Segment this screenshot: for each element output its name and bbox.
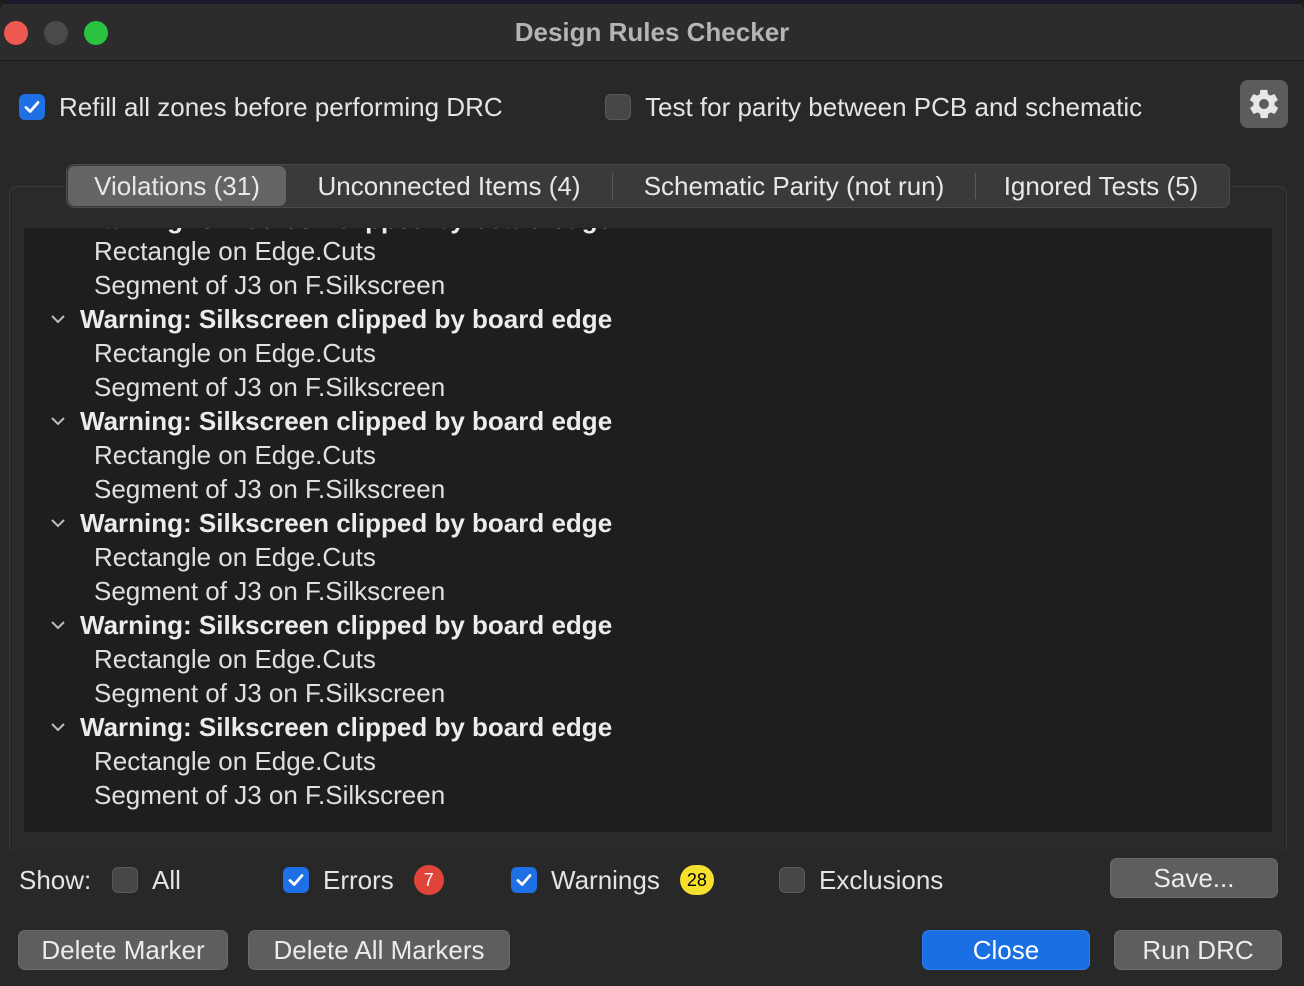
tree-item[interactable]: Segment of J3 on F.Silkscreen	[94, 676, 445, 710]
delete-marker-button[interactable]: Delete Marker	[18, 930, 228, 970]
filter-exclusions-label: Exclusions	[819, 864, 944, 895]
filter-errors-checkbox[interactable]	[283, 867, 309, 893]
filter-all-label: All	[152, 864, 181, 895]
chevron-down-icon[interactable]	[48, 404, 72, 438]
filter-errors-label: Errors	[323, 864, 394, 895]
tree-item[interactable]: Rectangle on Edge.Cuts	[94, 438, 376, 472]
checkmark-icon	[24, 101, 40, 113]
test-parity-option[interactable]: Test for parity between PCB and schemati…	[605, 90, 1142, 124]
tree-item[interactable]: Segment of J3 on F.Silkscreen	[94, 574, 445, 608]
test-parity-checkbox[interactable]	[605, 94, 631, 120]
filter-warnings-checkbox[interactable]	[511, 867, 537, 893]
run-drc-button[interactable]: Run DRC	[1114, 930, 1282, 970]
tab-violations[interactable]: Violations (31)	[68, 166, 286, 206]
chevron-down-icon[interactable]	[48, 302, 72, 336]
chevron-down-icon[interactable]	[48, 506, 72, 540]
tree-group-header[interactable]: Warning: Silkscreen clipped by board edg…	[48, 302, 612, 336]
tree-group-header[interactable]: Warning: Silkscreen clipped by board edg…	[48, 608, 612, 642]
tab-ignored-tests[interactable]: Ignored Tests (5)	[976, 166, 1226, 206]
chevron-down-icon[interactable]	[48, 608, 72, 642]
tree-group-header[interactable]: Warning: Silkscreen clipped by board edg…	[48, 404, 612, 438]
refill-zones-label: Refill all zones before performing DRC	[59, 91, 503, 122]
tree-group-title: Warning: Silkscreen clipped by board edg…	[80, 304, 613, 334]
filter-errors[interactable]: Errors 7	[283, 860, 444, 900]
filter-exclusions[interactable]: Exclusions	[779, 860, 943, 900]
tree-item[interactable]: Rectangle on Edge.Cuts	[94, 234, 376, 268]
refill-zones-checkbox[interactable]	[19, 94, 45, 120]
show-label: Show:	[19, 864, 92, 895]
tree-item[interactable]: Segment of J3 on F.Silkscreen	[94, 268, 445, 302]
tab-unconnected-items[interactable]: Unconnected Items (4)	[286, 166, 612, 206]
violations-tree[interactable]: Warning: Silkscreen clipped by board edg…	[24, 228, 1272, 832]
tree-group-title: Warning: Silkscreen clipped by board edg…	[80, 406, 613, 436]
tree-item[interactable]: Segment of J3 on F.Silkscreen	[94, 778, 445, 812]
filter-warnings-label: Warnings	[551, 864, 660, 895]
delete-all-markers-button[interactable]: Delete All Markers	[248, 930, 510, 970]
tree-item[interactable]: Segment of J3 on F.Silkscreen	[94, 370, 445, 404]
drc-window: Design Rules Checker Refill all zones be…	[0, 0, 1304, 986]
save-button[interactable]: Save...	[1110, 858, 1278, 898]
tree-group-header[interactable]: Warning: Silkscreen clipped by board edg…	[48, 506, 612, 540]
checkmark-icon	[288, 874, 304, 886]
refill-zones-option[interactable]: Refill all zones before performing DRC	[19, 90, 503, 124]
tree-item[interactable]: Rectangle on Edge.Cuts	[94, 744, 376, 778]
tree-group-title: Warning: Silkscreen clipped by board edg…	[80, 508, 613, 538]
tree-group-title: Warning: Silkscreen clipped by board edg…	[80, 712, 613, 742]
chevron-down-icon[interactable]	[48, 228, 72, 236]
tab-bar: Violations (31) Unconnected Items (4) Sc…	[66, 164, 1230, 208]
tree-item[interactable]: Rectangle on Edge.Cuts	[94, 336, 376, 370]
test-parity-label: Test for parity between PCB and schemati…	[645, 91, 1143, 122]
chevron-down-icon[interactable]	[48, 710, 72, 744]
gear-icon	[1250, 89, 1278, 119]
tree-item[interactable]: Rectangle on Edge.Cuts	[94, 642, 376, 676]
window-title: Design Rules Checker	[514, 17, 790, 47]
tree-item[interactable]: Rectangle on Edge.Cuts	[94, 540, 376, 574]
warnings-count-badge: 28	[679, 865, 714, 895]
tree-item[interactable]: Segment of J3 on F.Silkscreen	[94, 472, 445, 506]
tree-group-title: Warning: Silkscreen clipped by board edg…	[80, 610, 613, 640]
title-bar[interactable]: Design Rules Checker	[0, 4, 1304, 61]
settings-button[interactable]	[1240, 80, 1288, 128]
filter-exclusions-checkbox[interactable]	[779, 867, 805, 893]
filter-all[interactable]: All	[112, 860, 181, 900]
show-filter-label-row: Show:	[19, 860, 91, 900]
tree-group-header[interactable]: Warning: Silkscreen clipped by board edg…	[48, 710, 612, 744]
filter-all-checkbox[interactable]	[112, 867, 138, 893]
filter-warnings[interactable]: Warnings 28	[511, 860, 714, 900]
errors-count-badge: 7	[413, 865, 444, 895]
close-button[interactable]: Close	[922, 930, 1090, 970]
checkmark-icon	[516, 874, 532, 886]
tab-schematic-parity[interactable]: Schematic Parity (not run)	[613, 166, 975, 206]
